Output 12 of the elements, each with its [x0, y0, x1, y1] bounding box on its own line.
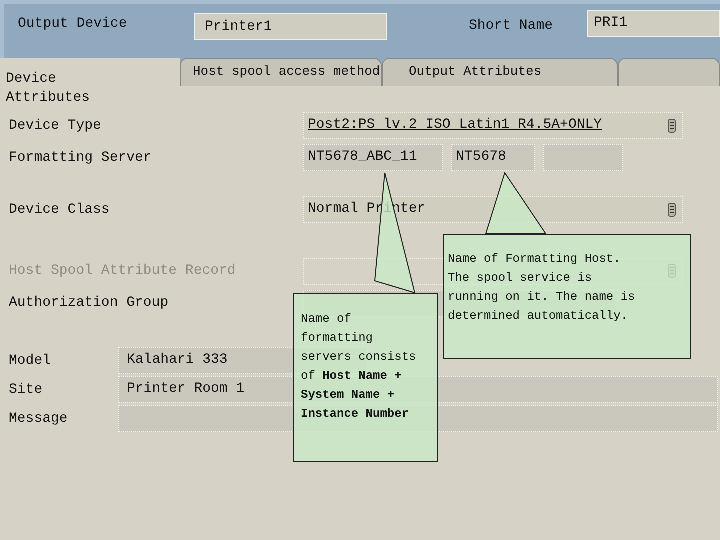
field-label: Formatting Server	[9, 150, 153, 166]
field-label: Device Type	[9, 118, 102, 134]
field-label: Device Class	[9, 202, 111, 218]
field-label: Model	[9, 352, 52, 368]
callout-tooltip: Name of formatting servers consists of Host Name + System Name + Instance Number	[293, 293, 438, 462]
field-label: Message	[9, 410, 69, 426]
callout-tooltip: Name of Formatting Host. The spool service is running on it. The name is determined automatically.	[443, 234, 691, 359]
field-label: Authorization Group	[9, 295, 170, 311]
field-label: Short Name	[469, 18, 554, 34]
field-label: Host Spool Attribute Record	[9, 263, 237, 279]
field-label: Output Device	[18, 16, 128, 32]
field-label: Site	[9, 382, 44, 398]
